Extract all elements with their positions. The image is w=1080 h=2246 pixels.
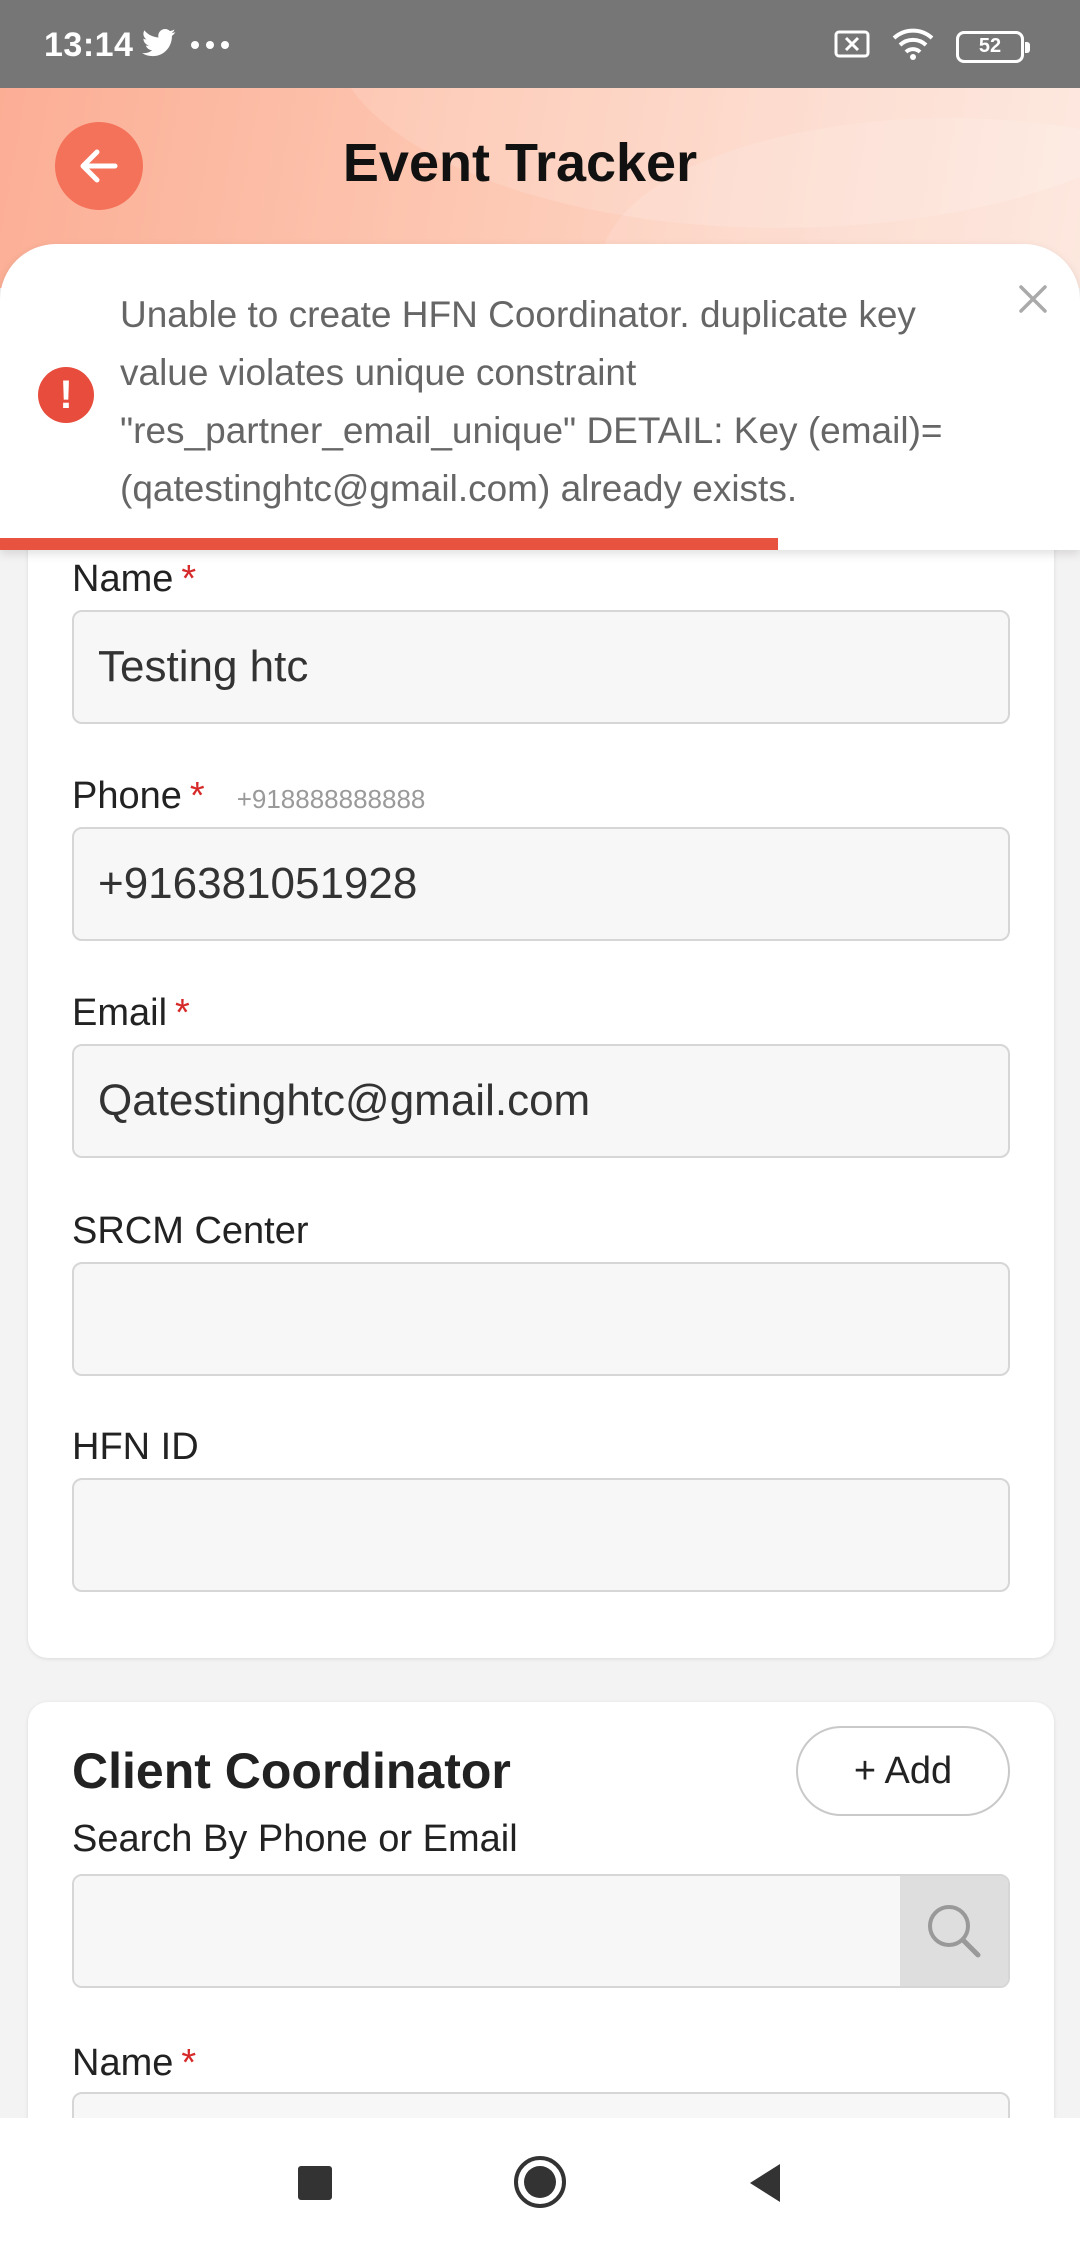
status-bar: 13:14 52 <box>0 0 1080 88</box>
add-button[interactable]: + Add <box>796 1726 1010 1816</box>
srcm-center-field[interactable] <box>72 1262 1010 1376</box>
hfn-id-label: HFN ID <box>72 1426 199 1468</box>
coordinator-form-card: Name* Phone*+918888888888 Email* SRCM Ce… <box>28 480 1054 1658</box>
wifi-icon <box>892 28 934 65</box>
email-field[interactable] <box>72 1044 1010 1158</box>
system-nav-bar <box>0 2118 1080 2246</box>
home-button[interactable] <box>512 2154 568 2210</box>
toast-progress-bar <box>0 538 778 550</box>
search-button[interactable] <box>900 1876 1008 1986</box>
status-time: 13:14 <box>44 26 134 64</box>
battery-icon: 52 <box>956 30 1030 63</box>
back-nav-button[interactable] <box>740 2158 790 2208</box>
recent-apps-button[interactable] <box>290 2158 340 2208</box>
phone-hint: +918888888888 <box>236 784 426 814</box>
hfn-id-field[interactable] <box>72 1478 1010 1592</box>
no-sim-icon <box>834 30 870 63</box>
error-icon: ! <box>38 367 94 423</box>
recent-apps-icon <box>298 2166 332 2200</box>
srcm-center-label: SRCM Center <box>72 1210 309 1252</box>
toast-message: Unable to create HFN Coordinator. duplic… <box>120 294 943 509</box>
search-input[interactable] <box>74 1876 900 1986</box>
page-title: Event Tracker <box>342 133 698 193</box>
search-icon <box>928 1905 981 1958</box>
client-name-label: Name * <box>72 2042 197 2084</box>
name-label: Name * <box>72 558 197 600</box>
close-icon <box>1019 285 1047 313</box>
error-toast: ! Unable to create HFN Coordinator. dupl… <box>0 244 1080 550</box>
home-icon <box>514 2156 566 2208</box>
section-title: Client Coordinator <box>72 1743 511 1799</box>
phone-field[interactable] <box>72 827 1010 941</box>
twitter-icon <box>142 28 176 63</box>
back-triangle-icon <box>750 2164 780 2202</box>
phone-label: Phone * +918888888888 <box>72 775 426 817</box>
more-dots-icon <box>190 37 230 55</box>
search-box <box>72 1874 1010 1988</box>
search-label: Search By Phone or Email <box>72 1818 518 1860</box>
name-field[interactable] <box>72 610 1010 724</box>
toast-close-button[interactable] <box>1008 274 1058 324</box>
email-label: Email * <box>72 992 190 1034</box>
